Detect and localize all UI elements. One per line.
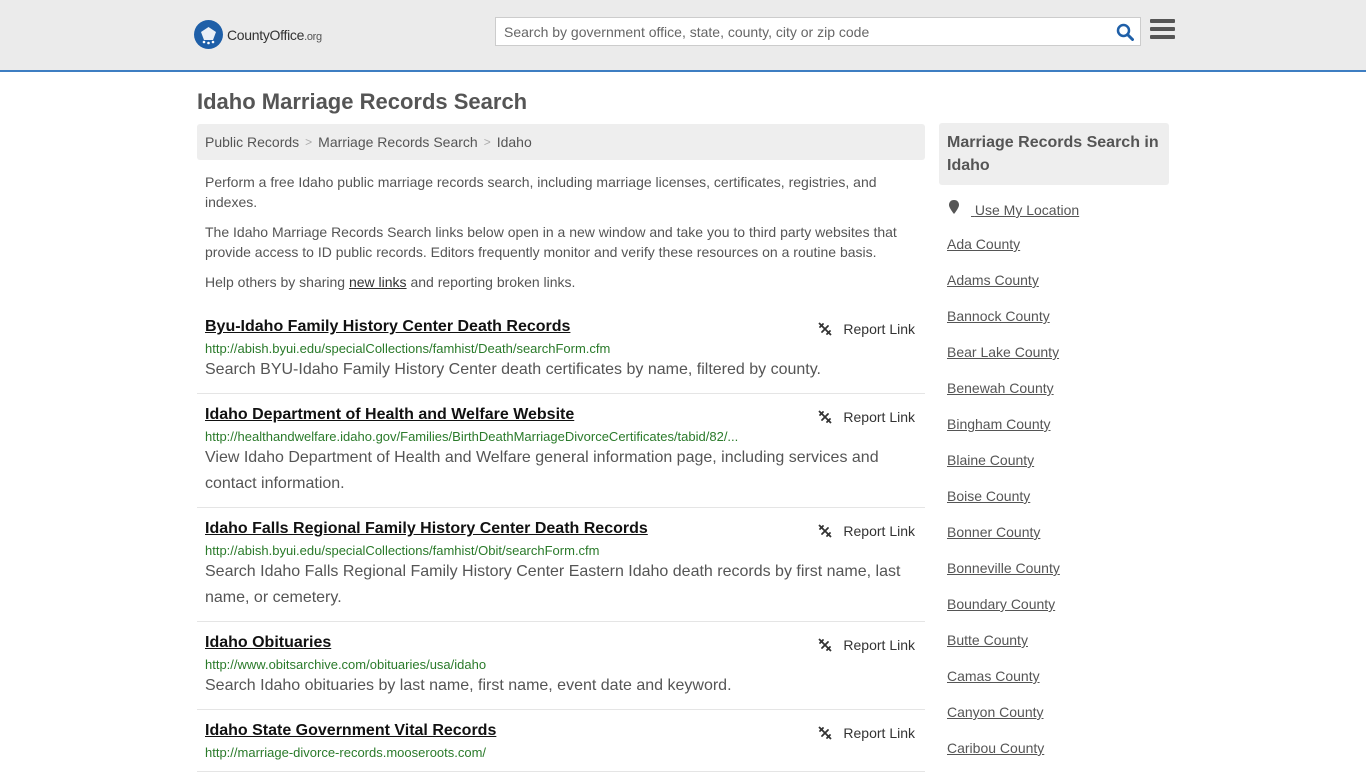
link-url: http://abish.byui.edu/specialCollections…	[205, 543, 600, 558]
list-item: Idaho State Government Vital Records Rep…	[197, 710, 925, 772]
link-url: http://www.obitsarchive.com/obituaries/u…	[205, 657, 487, 672]
sidebar-county-link[interactable]: Bear Lake County	[947, 343, 1169, 379]
sidebar-county-link[interactable]: Caribou County	[947, 739, 1169, 775]
sidebar-county-link[interactable]: Boise County	[947, 487, 1169, 523]
link-url: http://abish.byui.edu/specialCollections…	[205, 341, 611, 356]
link-title[interactable]: Idaho Obituaries	[205, 634, 331, 652]
page-title: Idaho Marriage Records Search	[197, 89, 528, 114]
list-item: Idaho Department of Health and Welfare W…	[197, 394, 925, 508]
sidebar-county-link[interactable]: Blaine County	[947, 451, 1169, 487]
link-title[interactable]: Byu-Idaho Family History Center Death Re…	[205, 318, 570, 336]
logo-icon	[194, 20, 223, 49]
report-link-button[interactable]: Report Link	[817, 321, 915, 337]
list-item: Idaho Falls Regional Family History Cent…	[197, 508, 925, 622]
link-url: http://healthandwelfare.idaho.gov/Famili…	[205, 429, 739, 444]
sidebar-county-link[interactable]: Boundary County	[947, 595, 1169, 631]
sidebar-county-link[interactable]: Ada County	[947, 235, 1169, 271]
link-description: Search Idaho obituaries by last name, fi…	[205, 677, 732, 694]
breadcrumb-public-records[interactable]: Public Records	[205, 134, 299, 150]
search-input[interactable]	[496, 23, 1110, 40]
hamburger-menu-icon[interactable]	[1150, 19, 1175, 43]
report-link-button[interactable]: Report Link	[817, 523, 915, 539]
report-link-button[interactable]: Report Link	[817, 725, 915, 741]
sidebar-county-link[interactable]: Butte County	[947, 631, 1169, 667]
link-title[interactable]: Idaho Department of Health and Welfare W…	[205, 406, 574, 424]
link-title[interactable]: Idaho State Government Vital Records	[205, 722, 496, 740]
link-description: View Idaho Department of Health and Welf…	[205, 449, 879, 492]
intro-paragraph: Help others by sharing new links and rep…	[205, 274, 576, 290]
broken-link-icon	[818, 638, 833, 652]
sidebar-heading: Marriage Records Search in Idaho	[939, 123, 1169, 185]
link-description: Search Idaho Falls Regional Family Histo…	[205, 563, 901, 606]
breadcrumb-separator: >	[305, 135, 313, 149]
new-links-link[interactable]: new links	[349, 274, 407, 290]
county-list: Use My Location Ada County Adams County Ba…	[939, 199, 1169, 775]
intro-paragraph: The Idaho Marriage Records Search links …	[205, 224, 897, 260]
intro-paragraph: Perform a free Idaho public marriage rec…	[205, 174, 877, 210]
intro: Perform a free Idaho public marriage rec…	[197, 172, 925, 292]
list-item: Byu-Idaho Family History Center Death Re…	[197, 306, 925, 394]
sidebar-county-link[interactable]: Benewah County	[947, 379, 1169, 415]
sidebar-county-link[interactable]: Camas County	[947, 667, 1169, 703]
sidebar-county-link[interactable]: Canyon County	[947, 703, 1169, 739]
sidebar-county-link[interactable]: Bonneville County	[947, 559, 1169, 595]
sidebar: Marriage Records Search in Idaho Use My …	[939, 123, 1169, 775]
sidebar-county-link[interactable]: Adams County	[947, 271, 1169, 307]
list-item: Idaho Obituaries Report Link http://www.…	[197, 622, 925, 710]
link-list: Byu-Idaho Family History Center Death Re…	[197, 306, 925, 772]
search-bar	[495, 17, 1141, 46]
link-title[interactable]: Idaho Falls Regional Family History Cent…	[205, 520, 648, 538]
sidebar-county-link[interactable]: Bonner County	[947, 523, 1169, 559]
breadcrumb-idaho[interactable]: Idaho	[497, 134, 532, 150]
broken-link-icon	[818, 322, 833, 336]
report-link-button[interactable]: Report Link	[817, 637, 915, 653]
search-icon	[1116, 23, 1134, 41]
search-button[interactable]	[1110, 18, 1140, 45]
broken-link-icon	[818, 410, 833, 424]
link-url: http://marriage-divorce-records.mooseroo…	[205, 745, 487, 760]
main-content: Public Records > Marriage Records Search…	[197, 124, 925, 772]
sidebar-county-link[interactable]: Bannock County	[947, 307, 1169, 343]
broken-link-icon	[818, 524, 833, 538]
report-link-button[interactable]: Report Link	[817, 409, 915, 425]
broken-link-icon	[818, 726, 833, 740]
breadcrumb: Public Records > Marriage Records Search…	[197, 124, 925, 160]
breadcrumb-separator: >	[483, 135, 491, 149]
breadcrumb-marriage-records[interactable]: Marriage Records Search	[318, 134, 478, 150]
sidebar-county-link[interactable]: Bingham County	[947, 415, 1169, 451]
link-description: Search BYU-Idaho Family History Center d…	[205, 361, 821, 378]
logo[interactable]: CountyOffice.org	[194, 20, 322, 49]
use-my-location-link[interactable]: Use My Location	[947, 199, 1169, 235]
logo-text: CountyOffice.org	[227, 26, 322, 43]
map-pin-icon	[949, 200, 959, 214]
header: CountyOffice.org	[0, 0, 1366, 72]
